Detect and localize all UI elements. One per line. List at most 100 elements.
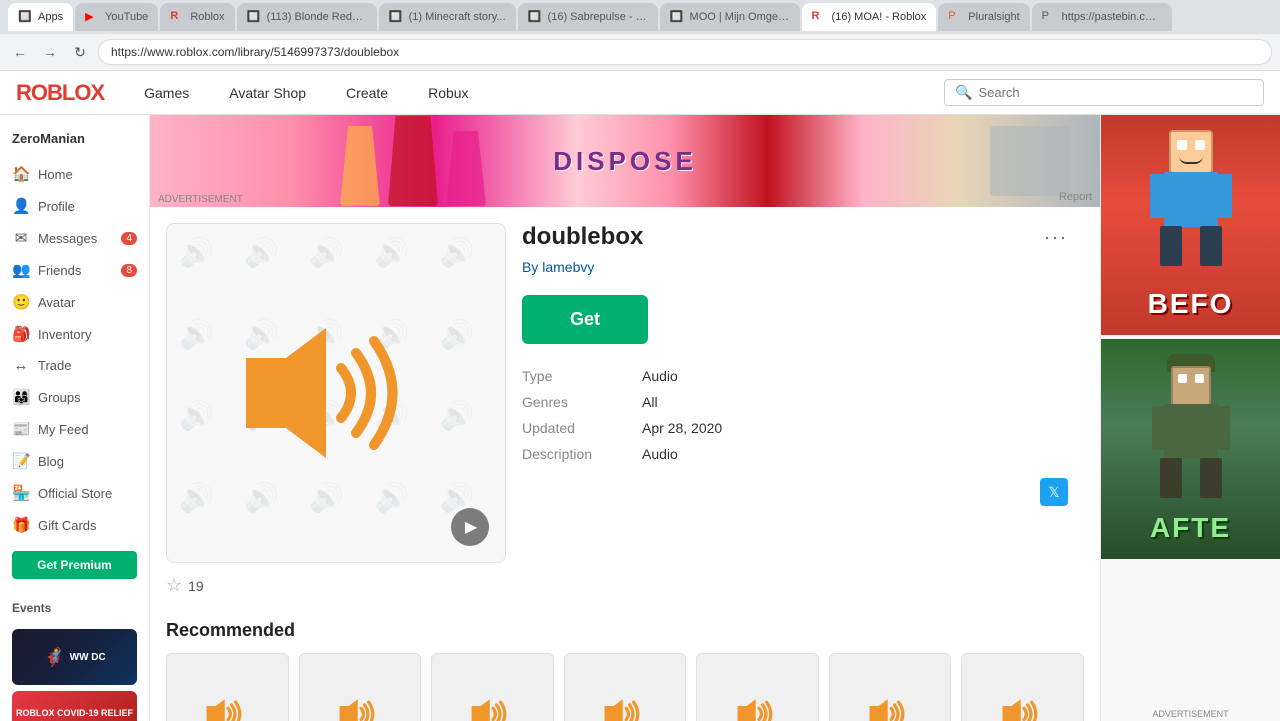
tab-favicon-pluralsight: P	[948, 10, 962, 24]
tab-moo[interactable]: 🔲 MOO | Mijn Omgev...	[660, 3, 800, 31]
friends-icon: 👥	[12, 261, 30, 279]
nav-robux[interactable]: Robux	[420, 81, 476, 105]
play-icon: ▶	[465, 517, 477, 537]
asset-menu-button[interactable]: ···	[1044, 227, 1068, 248]
tab-favicon-minecraft: 🔲	[389, 10, 403, 24]
tab-favicon-youtube: ▶	[85, 10, 99, 24]
search-icon: 🔍	[955, 84, 972, 101]
twitter-share-button[interactable]: 𝕏	[1040, 478, 1068, 506]
avatar-icon: 🙂	[12, 293, 30, 311]
sidebar-label-home: Home	[38, 167, 73, 182]
rec-thumb-4[interactable]: ▶	[696, 653, 819, 721]
asset-author[interactable]: By lamebvy	[522, 259, 1068, 275]
tab-sabrepulse[interactable]: 🔲 (16) Sabrepulse - Cl...	[518, 3, 658, 31]
rec-audio-icon-6	[998, 693, 1048, 721]
sidebar-label-messages: Messages	[38, 231, 97, 246]
list-item: ▶ Halloween i...	[961, 653, 1084, 721]
type-value: Audio	[642, 368, 1068, 384]
sidebar-item-official-store[interactable]: 🏪 Official Store	[0, 477, 149, 509]
nav-avatar-shop[interactable]: Avatar Shop	[221, 81, 314, 105]
tab-label-blonde: (113) Blonde Redhe...	[267, 11, 367, 23]
tab-roblox-1[interactable]: R Roblox	[160, 3, 234, 31]
sidebar-item-messages[interactable]: ✉ Messages 4	[0, 222, 149, 254]
asset-section: 🔊🔊🔊🔊🔊 🔊🔊🔊🔊🔊 🔊🔊🔊🔊🔊 🔊🔊🔊🔊🔊	[150, 207, 1100, 612]
address-bar[interactable]	[98, 39, 1272, 65]
sidebar-label-trade: Trade	[38, 358, 71, 373]
get-premium-button[interactable]: Get Premium	[12, 551, 137, 579]
gift-cards-icon: 🎁	[12, 516, 30, 534]
forward-button[interactable]: →	[38, 40, 62, 64]
recommended-title: Recommended	[166, 620, 1084, 641]
roblox-logo: ROBLOX	[16, 80, 104, 106]
tab-apps[interactable]: 🔲 Apps	[8, 3, 73, 31]
tab-label-minecraft: (1) Minecraft story...	[409, 11, 506, 23]
right-ad-label: ADVERTISEMENT	[1152, 709, 1228, 719]
list-item: ▶ RUNNING IN...	[696, 653, 819, 721]
tab-favicon-pastebin: P	[1042, 10, 1056, 24]
tab-label-youtube: YouTube	[105, 11, 148, 23]
rec-audio-icon-0	[202, 693, 252, 721]
main-content: DISPOSE ADVERTISEMENT Report 🔊🔊🔊🔊🔊 🔊🔊🔊🔊🔊…	[150, 115, 1100, 721]
nav-games[interactable]: Games	[136, 81, 197, 105]
description-value: Audio	[642, 446, 1068, 462]
sidebar-item-avatar[interactable]: 🙂 Avatar	[0, 286, 149, 318]
messages-badge: 4	[121, 232, 137, 245]
tab-youtube[interactable]: ▶ YouTube	[75, 3, 158, 31]
tab-pluralsight[interactable]: P Pluralsight	[938, 3, 1029, 31]
app-layout: ZeroManian 🏠 Home 👤 Profile ✉ Messages 4…	[0, 115, 1280, 721]
rec-thumb-6[interactable]: ▶	[961, 653, 1084, 721]
sidebar-label-friends: Friends	[38, 263, 81, 278]
sidebar-label-gift-cards: Gift Cards	[38, 518, 97, 533]
blog-icon: 📝	[12, 452, 30, 470]
sidebar-label-groups: Groups	[38, 390, 81, 405]
rec-thumb-5[interactable]: ▶	[829, 653, 952, 721]
nav-create[interactable]: Create	[338, 81, 396, 105]
rec-thumb-2[interactable]: ▶	[431, 653, 554, 721]
sidebar-label-official-store: Official Store	[38, 486, 112, 501]
tab-moai-roblox[interactable]: R (16) MOA! - Roblox	[802, 3, 937, 31]
tab-minecraft[interactable]: 🔲 (1) Minecraft story...	[379, 3, 516, 31]
rec-thumb-1[interactable]: ▶	[299, 653, 422, 721]
twitter-share-area: 𝕏	[522, 478, 1068, 506]
rec-thumb-0[interactable]: ▶	[166, 653, 289, 721]
event-card-wonder-woman[interactable]: 🦸 WW DC	[12, 629, 137, 685]
sidebar-item-home[interactable]: 🏠 Home	[0, 158, 149, 190]
back-button[interactable]: ←	[8, 40, 32, 64]
star-icon[interactable]: ☆	[166, 575, 182, 596]
myfeed-icon: 📰	[12, 420, 30, 438]
rec-audio-icon-2	[467, 693, 517, 721]
inventory-icon: 🎒	[12, 325, 30, 343]
home-icon: 🏠	[12, 165, 30, 183]
search-bar[interactable]: 🔍	[944, 79, 1264, 106]
rec-thumb-3[interactable]: ▶	[564, 653, 687, 721]
sidebar-item-trade[interactable]: ↔ Trade	[0, 350, 149, 381]
messages-icon: ✉	[12, 229, 30, 247]
event-card-covid[interactable]: ROBLOX COVID-19 RELIEF 🍽️ NO KID HUNGRY	[12, 691, 137, 721]
sidebar-item-profile[interactable]: 👤 Profile	[0, 190, 149, 222]
report-button[interactable]: Report	[1059, 191, 1092, 203]
right-ad-top-text: BEFO	[1148, 288, 1234, 320]
asset-title: doublebox	[522, 223, 643, 251]
tab-blonde[interactable]: 🔲 (113) Blonde Redhe...	[237, 3, 377, 31]
tab-pastebin[interactable]: P https://pastebin.com...	[1032, 3, 1172, 31]
tab-favicon-apps: 🔲	[18, 10, 32, 24]
ad-label: ADVERTISEMENT	[158, 194, 243, 205]
tab-favicon-moai: R	[812, 10, 826, 24]
sidebar-item-inventory[interactable]: 🎒 Inventory	[0, 318, 149, 350]
tab-label-sabrepulse: (16) Sabrepulse - Cl...	[548, 11, 648, 23]
asset-meta: Type Audio Genres All Updated Apr 28, 20…	[522, 368, 1068, 462]
sidebar-item-myfeed[interactable]: 📰 My Feed	[0, 413, 149, 445]
sidebar-item-gift-cards[interactable]: 🎁 Gift Cards	[0, 509, 149, 541]
sidebar-item-friends[interactable]: 👥 Friends 8	[0, 254, 149, 286]
right-ad-bottom: AFTE	[1101, 339, 1280, 559]
search-input[interactable]	[978, 85, 1253, 100]
play-button[interactable]: ▶	[451, 508, 489, 546]
refresh-button[interactable]: ↻	[68, 40, 92, 64]
asset-rating: ☆ 19	[166, 575, 506, 596]
get-button[interactable]: Get	[522, 295, 648, 344]
rec-audio-icon-1	[335, 693, 385, 721]
sidebar-item-groups[interactable]: 👨‍👩‍👧 Groups	[0, 381, 149, 413]
sidebar-label-inventory: Inventory	[38, 327, 91, 342]
sidebar-item-blog[interactable]: 📝 Blog	[0, 445, 149, 477]
profile-icon: 👤	[12, 197, 30, 215]
